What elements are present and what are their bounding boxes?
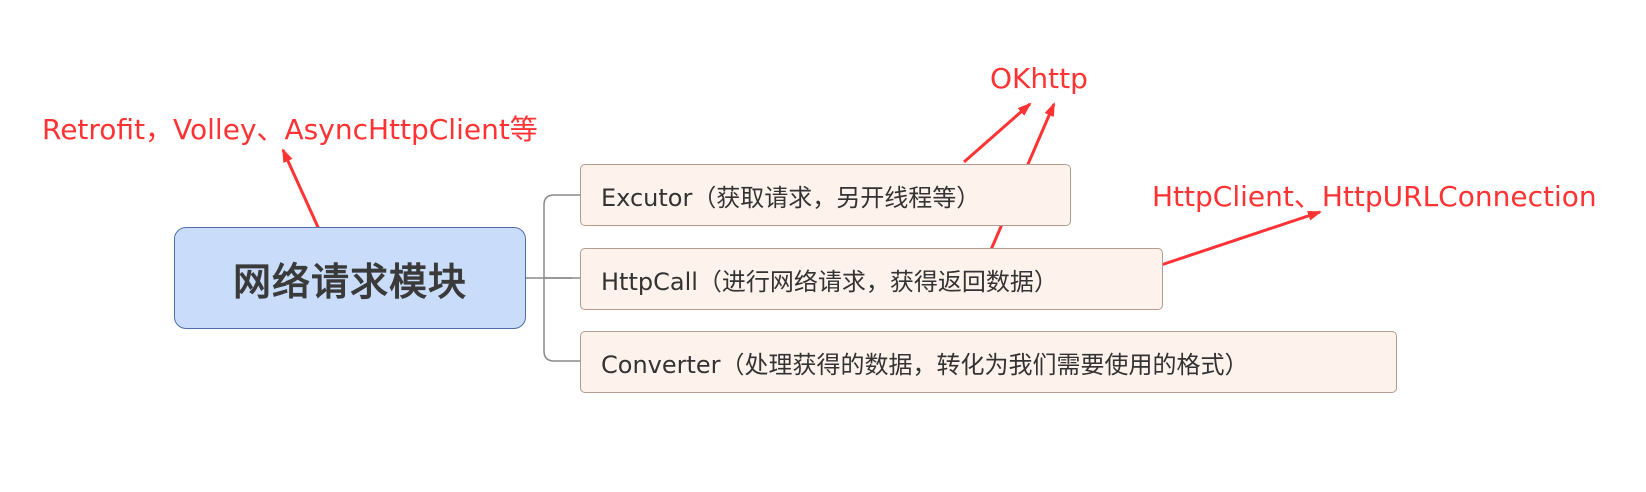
root-node[interactable]: 网络请求模块 [174, 227, 526, 329]
arrow-excutor-to-okhttp [963, 102, 1032, 164]
annotation-okhttp: OKhttp [990, 62, 1088, 95]
child-node-httpcall[interactable]: HttpCall（进行网络请求，获得返回数据） [580, 248, 1163, 310]
connector-lines [526, 194, 580, 362]
child-node-converter[interactable]: Converter（处理获得的数据，转化为我们需要使用的格式） [580, 331, 1397, 393]
arrow-root-to-retrofit [281, 148, 324, 237]
annotation-httpclient: HttpClient、HttpURLConnection [1152, 180, 1597, 213]
child-node-excutor[interactable]: Excutor（获取请求，另开线程等） [580, 164, 1071, 226]
arrow-httpcall-to-httpclient [1145, 210, 1322, 272]
annotation-retrofit: Retrofit，Volley、AsyncHttpClient等 [42, 113, 538, 146]
